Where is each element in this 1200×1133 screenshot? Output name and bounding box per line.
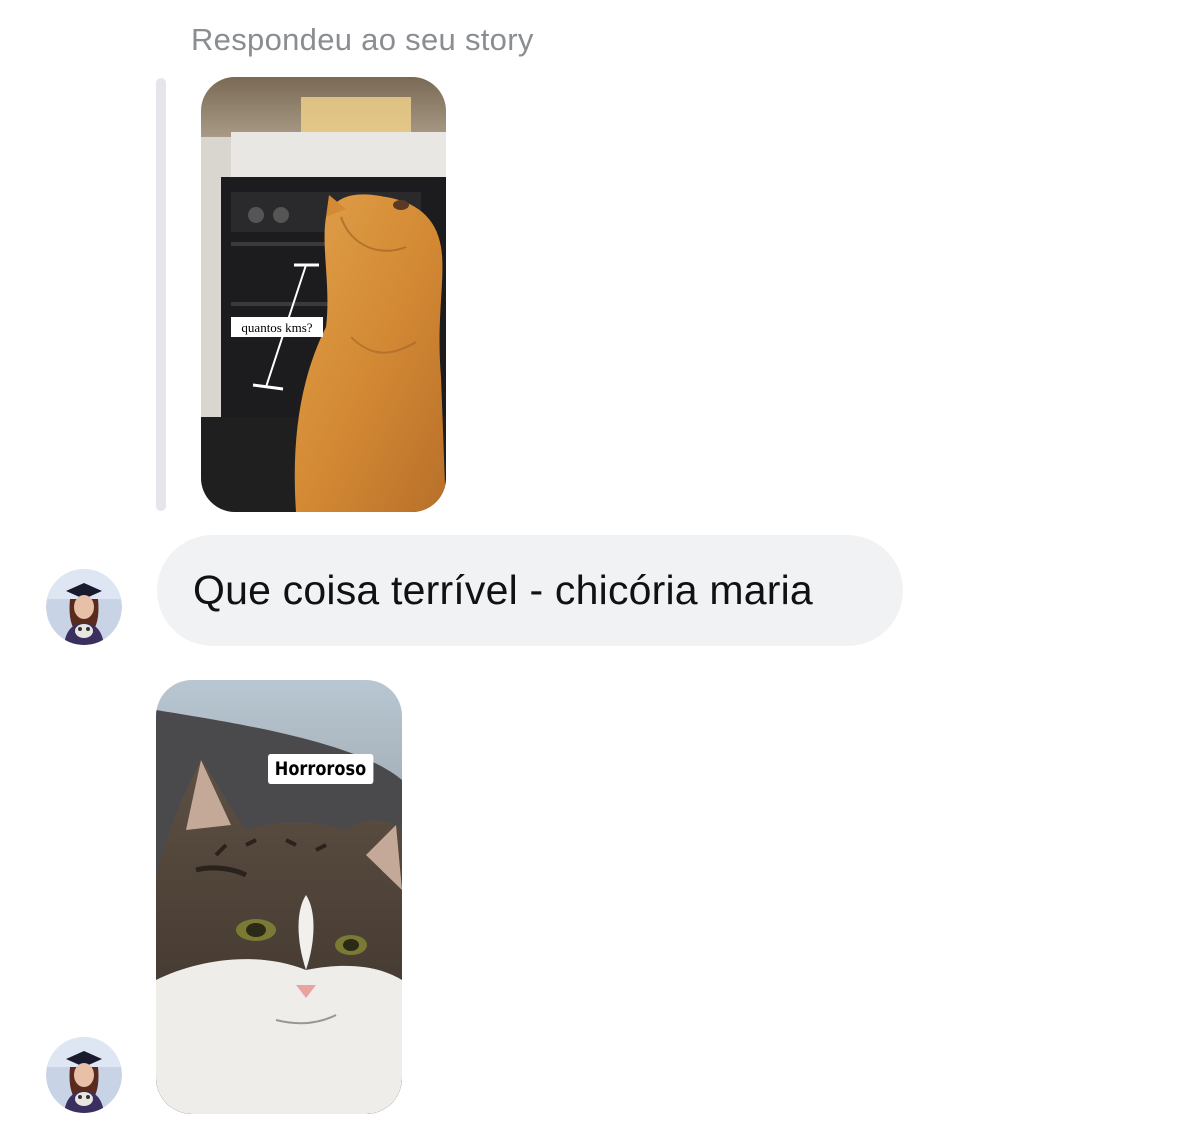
reply-quote-bar bbox=[156, 78, 166, 511]
sender-avatar[interactable] bbox=[46, 569, 122, 645]
photo-sticker-label: Horroroso bbox=[268, 754, 374, 784]
story-thumbnail[interactable]: quantos kms? bbox=[201, 77, 446, 512]
user-avatar-icon bbox=[46, 569, 122, 645]
sender-avatar[interactable] bbox=[46, 1037, 122, 1113]
tabby-cat-icon bbox=[156, 680, 402, 1114]
user-avatar-icon bbox=[46, 1037, 122, 1113]
story-sticker-label: quantos kms? bbox=[241, 320, 312, 335]
reply-header: Respondeu ao seu story bbox=[191, 22, 534, 57]
message-bubble[interactable]: Que coisa terrível - chicória maria bbox=[157, 535, 903, 646]
photo-message[interactable]: Horroroso bbox=[156, 680, 402, 1114]
message-text: Que coisa terrível - chicória maria bbox=[193, 567, 813, 613]
orange-cat-icon: quantos kms? bbox=[201, 77, 446, 512]
